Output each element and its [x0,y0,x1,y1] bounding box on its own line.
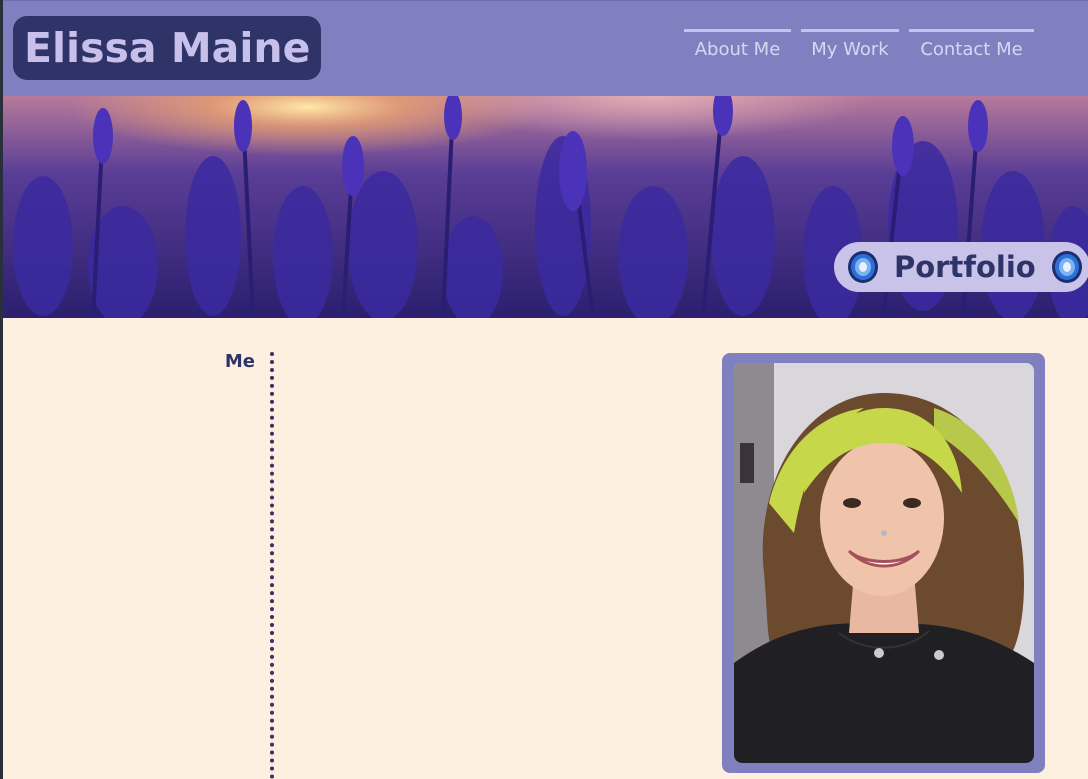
profile-photo [734,363,1034,763]
portal-icon [1051,251,1082,283]
nav-link-contact-me[interactable]: Contact Me [909,29,1034,62]
hero-banner: Portfolio [3,96,1088,318]
nav-link-about-me[interactable]: About Me [684,29,791,62]
portfolio-badge: Portfolio [834,242,1088,292]
site-title[interactable]: Elissa Maine [13,16,322,80]
section-label-me: Me [224,351,255,372]
page: Elissa Maine About Me My Work Contact Me [0,0,1088,779]
nav-link-my-work[interactable]: My Work [801,29,899,62]
profile-photo-frame [722,353,1045,773]
dotted-divider [270,352,274,779]
site-header: Elissa Maine About Me My Work Contact Me [3,0,1088,96]
main-nav: About Me My Work Contact Me [684,29,1034,62]
portfolio-label: Portfolio [894,250,1036,284]
portal-icon [848,251,878,283]
